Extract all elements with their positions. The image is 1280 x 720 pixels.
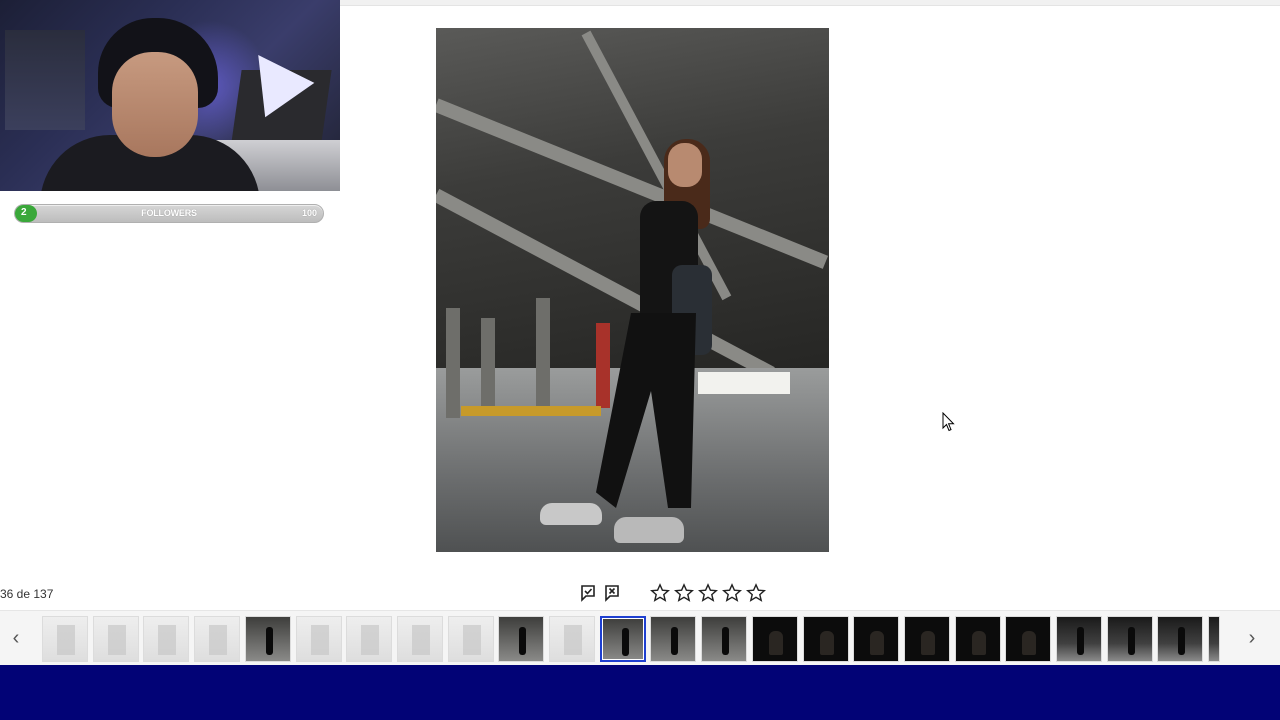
thumbnail-figure bbox=[1178, 627, 1185, 655]
followers-goal: 100 bbox=[301, 208, 317, 218]
subject-pants bbox=[596, 313, 696, 508]
thumbnail-figure bbox=[722, 627, 729, 655]
filmstrip-thumbnail[interactable] bbox=[600, 616, 646, 662]
star-icon[interactable] bbox=[650, 583, 670, 603]
filmstrip: ‹ › bbox=[0, 610, 1280, 665]
thumbnail-figure bbox=[1128, 627, 1135, 655]
star-icon[interactable] bbox=[746, 583, 766, 603]
main-photo[interactable] bbox=[436, 28, 829, 552]
photo-window bbox=[698, 372, 790, 394]
followers-goal-bar: 2 FOLLOWERS 100 bbox=[14, 204, 324, 223]
filmstrip-thumbnail[interactable] bbox=[93, 616, 139, 662]
flag-reject-icon[interactable] bbox=[603, 584, 621, 602]
filmstrip-thumbnail[interactable] bbox=[1107, 616, 1153, 662]
flag-controls bbox=[579, 584, 621, 602]
background-shelf bbox=[5, 30, 85, 130]
filmstrip-thumbnail[interactable] bbox=[549, 616, 595, 662]
streamer-face bbox=[112, 52, 198, 157]
chevron-left-icon[interactable]: ‹ bbox=[0, 611, 32, 666]
filmstrip-thumbnail[interactable] bbox=[853, 616, 899, 662]
filmstrip-thumbnail[interactable] bbox=[42, 616, 88, 662]
subject-shoe bbox=[614, 517, 684, 543]
filmstrip-thumbnail[interactable] bbox=[498, 616, 544, 662]
screen: 2 FOLLOWERS 100 36 de 137 ‹ › bbox=[0, 0, 1280, 720]
thumbnail-figure bbox=[519, 627, 526, 655]
photo-pillar bbox=[536, 298, 550, 413]
star-icon[interactable] bbox=[698, 583, 718, 603]
photo-subject bbox=[540, 139, 712, 543]
chevron-right-icon[interactable]: › bbox=[1236, 611, 1268, 666]
filmstrip-thumbnail[interactable] bbox=[1157, 616, 1203, 662]
filmstrip-thumbnail[interactable] bbox=[752, 616, 798, 662]
flag-pick-icon[interactable] bbox=[579, 584, 597, 602]
filmstrip-thumbnail[interactable] bbox=[245, 616, 291, 662]
thumbnail-figure bbox=[671, 627, 678, 655]
filmstrip-thumbnail[interactable] bbox=[346, 616, 392, 662]
filmstrip-thumbnail[interactable] bbox=[194, 616, 240, 662]
filmstrip-thumbnail[interactable] bbox=[1005, 616, 1051, 662]
webcam-overlay bbox=[0, 0, 340, 191]
filmstrip-thumbnail[interactable] bbox=[397, 616, 443, 662]
filmstrip-thumbnail[interactable] bbox=[296, 616, 342, 662]
filmstrip-thumbnail[interactable] bbox=[1208, 616, 1220, 662]
subject-head bbox=[668, 143, 702, 187]
photo-pillar bbox=[481, 318, 495, 413]
footer-band bbox=[0, 665, 1280, 720]
star-icon[interactable] bbox=[722, 583, 742, 603]
filmstrip-thumbnail[interactable] bbox=[803, 616, 849, 662]
filmstrip-thumbnail[interactable] bbox=[650, 616, 696, 662]
star-rating bbox=[650, 583, 766, 603]
filmstrip-thumbnail[interactable] bbox=[448, 616, 494, 662]
thumbnail-figure bbox=[1077, 627, 1084, 655]
followers-label: FOLLOWERS bbox=[141, 208, 197, 218]
filmstrip-thumbnail[interactable] bbox=[904, 616, 950, 662]
thumbnail-figure bbox=[622, 628, 629, 656]
star-icon[interactable] bbox=[674, 583, 694, 603]
filmstrip-thumbnail[interactable] bbox=[1056, 616, 1102, 662]
top-strip bbox=[340, 0, 1280, 6]
thumbnail-figure bbox=[266, 627, 273, 655]
filmstrip-thumbnail[interactable] bbox=[955, 616, 1001, 662]
filmstrip-thumbnail[interactable] bbox=[143, 616, 189, 662]
image-counter: 36 de 137 bbox=[0, 587, 54, 601]
photo-pillar bbox=[446, 308, 460, 418]
filmstrip-thumbnail[interactable] bbox=[701, 616, 747, 662]
subject-shoe bbox=[540, 503, 602, 525]
mouse-cursor-icon bbox=[942, 412, 955, 432]
